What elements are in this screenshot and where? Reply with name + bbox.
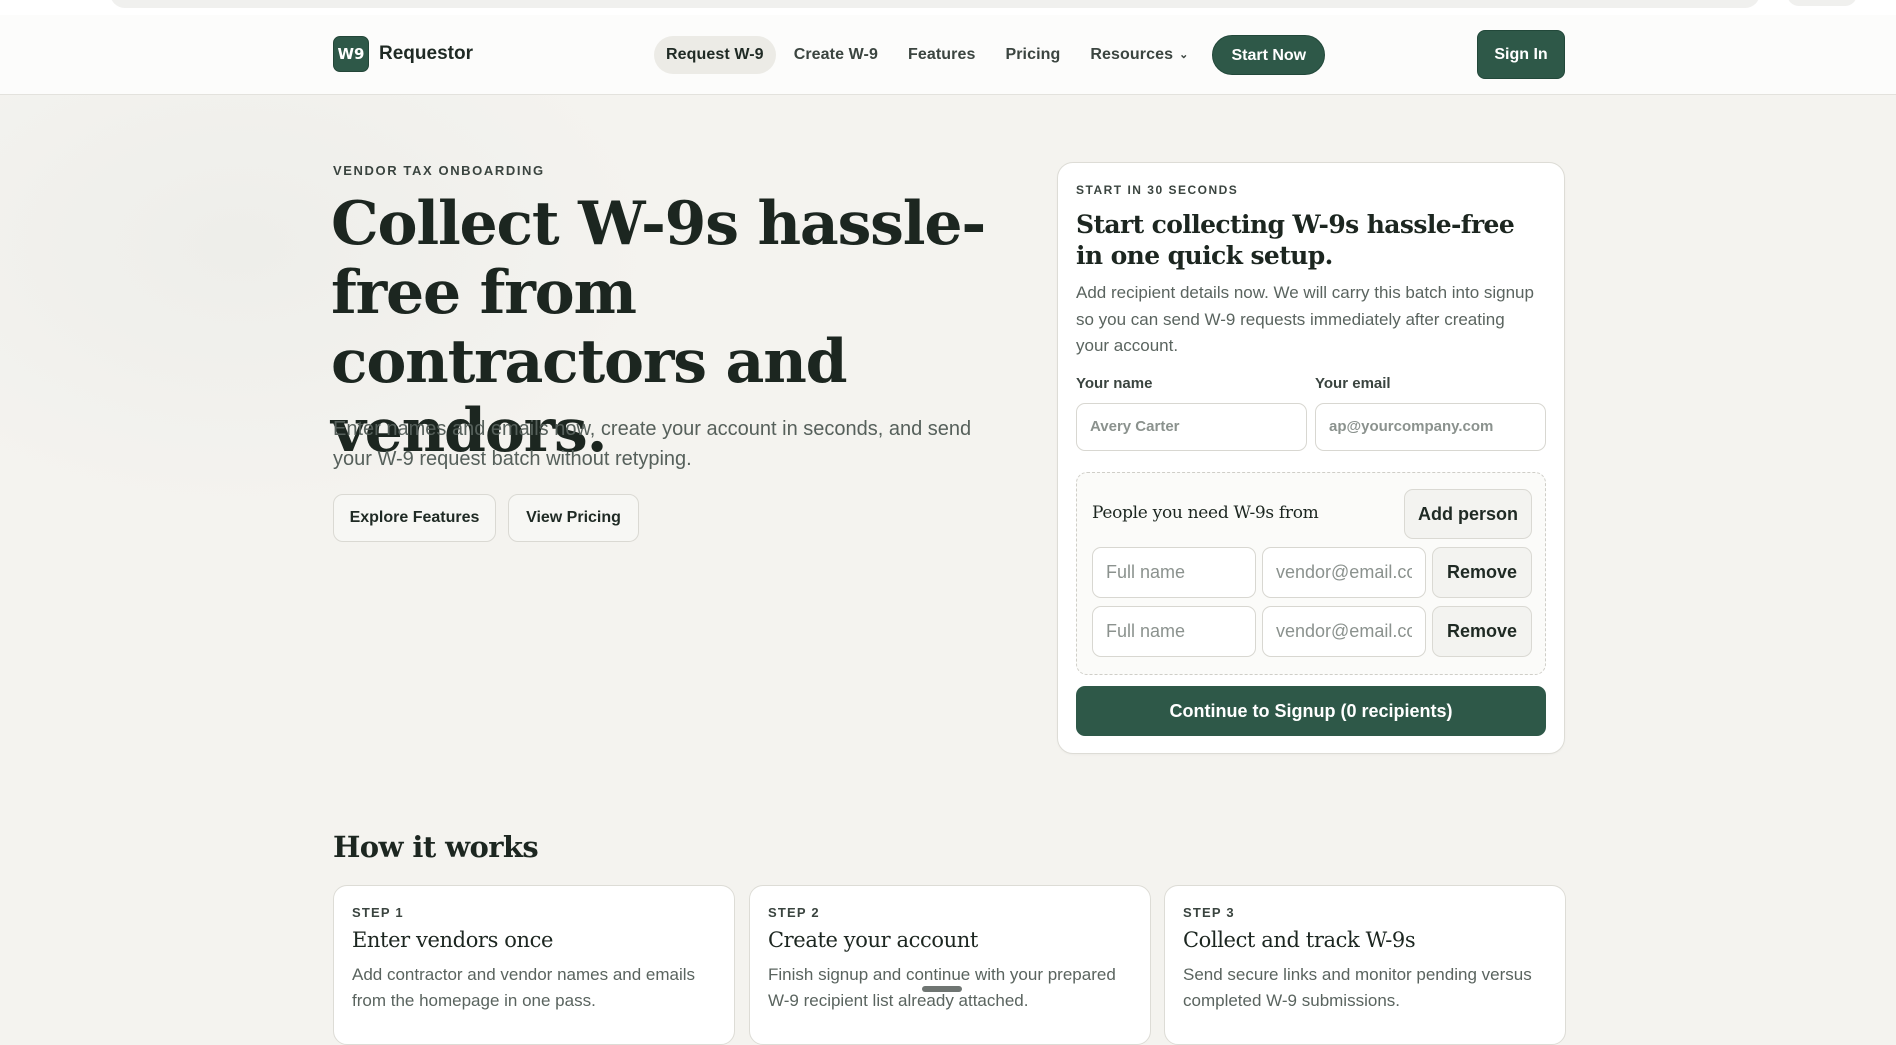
signup-card-description: Add recipient details now. We will carry… xyxy=(1076,283,1534,355)
chevron-down-icon: ⌄ xyxy=(1179,49,1189,61)
start-now-button[interactable]: Start Now xyxy=(1212,35,1326,75)
browser-top-strip xyxy=(0,0,1896,16)
browser-address-bar[interactable] xyxy=(110,0,1760,8)
nav-link-request-w9[interactable]: Request W-9 xyxy=(654,36,776,74)
step-title: Enter vendors once xyxy=(352,928,553,952)
signup-card-title: Start collecting W-9s hassle-free in one… xyxy=(1076,210,1515,270)
explore-features-button[interactable]: Explore Features xyxy=(333,494,496,542)
how-it-works-title: How it works xyxy=(333,830,539,864)
your-name-label: Your name xyxy=(1076,375,1153,392)
brand-logo-icon: W9 xyxy=(333,36,369,72)
recipient-1-name-input[interactable] xyxy=(1092,547,1256,598)
step-title: Create your account xyxy=(768,928,978,952)
nav-link-resources-label: Resources xyxy=(1090,46,1174,64)
view-pricing-button[interactable]: View Pricing xyxy=(508,494,639,542)
step-card-2: STEP 2 Create your account Finish signup… xyxy=(749,885,1151,1045)
step-description: Send secure links and monitor pending ve… xyxy=(1183,965,1532,1010)
hero-subtitle: Enter names and emails now, create your … xyxy=(333,418,972,470)
step-title: Collect and track W-9s xyxy=(1183,928,1416,952)
scroll-indicator[interactable] xyxy=(922,986,962,992)
sign-in-button[interactable]: Sign In xyxy=(1477,30,1565,79)
nav-link-create-w9[interactable]: Create W-9 xyxy=(782,36,890,74)
hero-eyebrow: VENDOR TAX ONBOARDING xyxy=(333,163,545,178)
recipient-1-remove-button[interactable]: Remove xyxy=(1432,547,1532,598)
add-person-button[interactable]: Add person xyxy=(1404,489,1532,539)
brand[interactable]: W9 Requestor xyxy=(333,36,473,72)
nav-link-resources[interactable]: Resources ⌄ xyxy=(1078,36,1200,74)
recipient-2-name-input[interactable] xyxy=(1092,606,1256,657)
browser-profile-button[interactable] xyxy=(1787,0,1857,6)
top-navbar: W9 Requestor Request W-9 Create W-9 Feat… xyxy=(0,15,1896,95)
step-card-3: STEP 3 Collect and track W-9s Send secur… xyxy=(1164,885,1566,1045)
nav-link-features[interactable]: Features xyxy=(896,36,988,74)
step-card-1: STEP 1 Enter vendors once Add contractor… xyxy=(333,885,735,1045)
your-email-label: Your email xyxy=(1315,375,1391,392)
step-description: Add contractor and vendor names and emai… xyxy=(352,965,696,1010)
nav-link-pricing[interactable]: Pricing xyxy=(993,36,1072,74)
signup-card-eyebrow: START IN 30 SECONDS xyxy=(1076,183,1239,197)
recipient-1-email-input[interactable] xyxy=(1262,547,1426,598)
recipient-2-email-input[interactable] xyxy=(1262,606,1426,657)
brand-name: Requestor xyxy=(379,43,473,64)
recipients-box: People you need W-9s from Add person Rem… xyxy=(1076,472,1546,675)
recipients-title: People you need W-9s from xyxy=(1092,503,1319,523)
step-label: STEP 2 xyxy=(768,905,820,920)
your-name-input[interactable] xyxy=(1076,403,1307,451)
step-label: STEP 1 xyxy=(352,905,404,920)
recipient-2-remove-button[interactable]: Remove xyxy=(1432,606,1532,657)
your-email-input[interactable] xyxy=(1315,403,1546,451)
continue-to-signup-button[interactable]: Continue to Signup (0 recipients) xyxy=(1076,686,1546,736)
step-label: STEP 3 xyxy=(1183,905,1235,920)
signup-card: START IN 30 SECONDS Start collecting W-9… xyxy=(1057,162,1565,754)
nav-links: Request W-9 Create W-9 Features Pricing … xyxy=(654,35,1326,75)
